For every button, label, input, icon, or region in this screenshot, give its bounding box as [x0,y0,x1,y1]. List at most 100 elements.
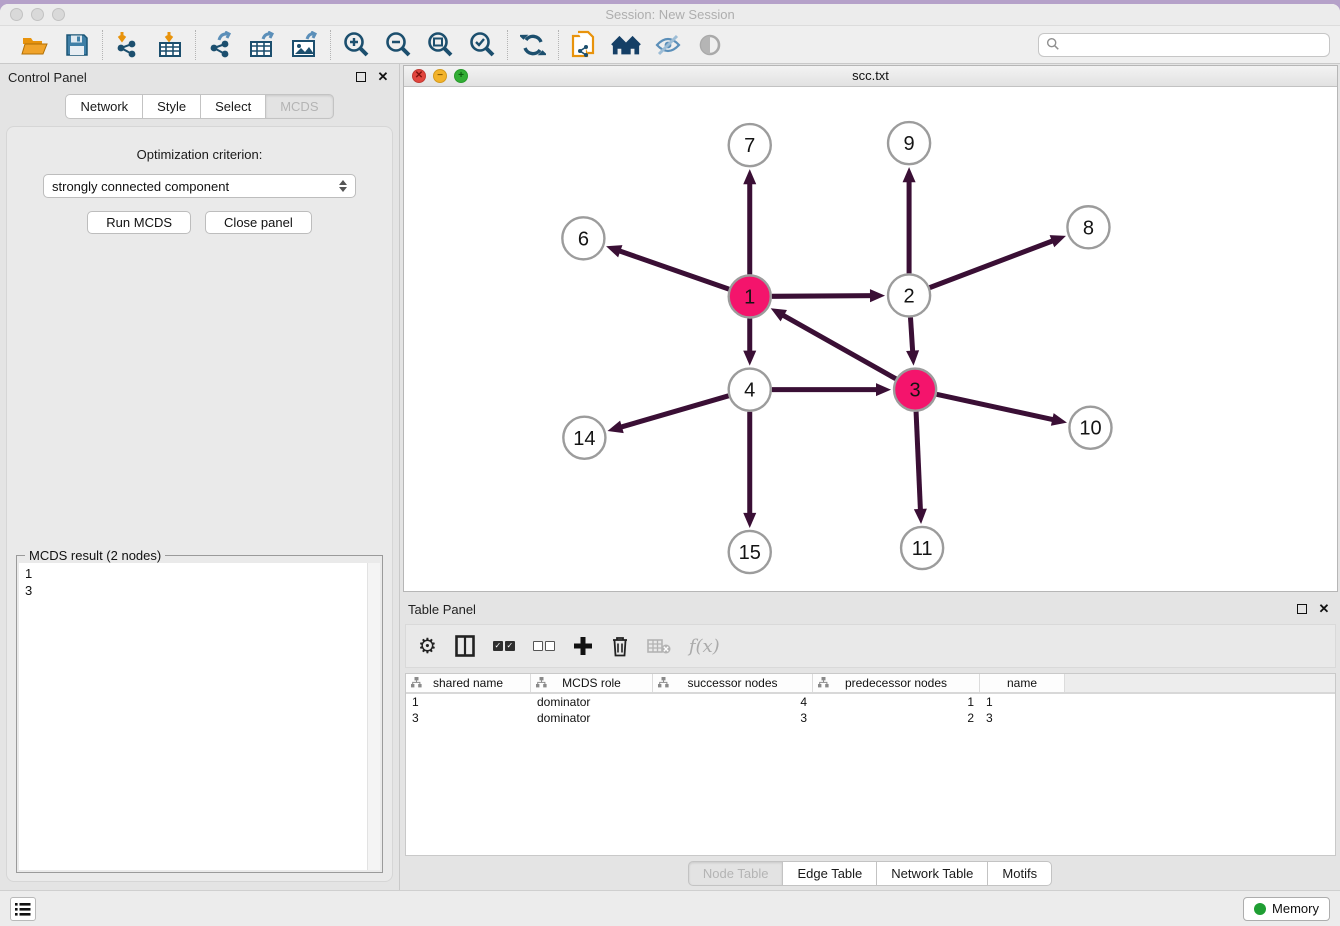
search-input[interactable] [1038,33,1330,57]
result-line[interactable]: 1 [25,565,361,582]
tab-select[interactable]: Select [200,94,266,119]
float-table-panel-icon[interactable] [1294,601,1310,617]
network-graph[interactable]: 7968124314101511 [404,87,1337,591]
refresh-icon[interactable] [518,30,548,60]
main-window: Session: New Session [0,4,1340,926]
criterion-select[interactable]: strongly connected component [43,174,356,198]
table-row[interactable]: 3dominator323 [406,710,1335,726]
task-history-button[interactable] [10,897,36,921]
zoom-window-icon[interactable] [52,8,65,21]
open-folder-icon[interactable] [20,30,50,60]
export-network-icon[interactable] [206,30,236,60]
network-canvas[interactable]: 7968124314101511 [404,87,1337,591]
edge-arrowhead [743,169,756,184]
tab-mcds[interactable]: MCDS [265,94,333,119]
traffic-lights[interactable] [10,8,65,21]
edge-arrowhead [906,350,919,365]
zoom-fit-icon[interactable] [425,30,455,60]
table-cell[interactable]: 3 [406,710,531,726]
save-icon[interactable] [62,30,92,60]
tab-style[interactable]: Style [142,94,201,119]
zoom-selected-icon[interactable] [467,30,497,60]
import-network-icon[interactable] [113,30,143,60]
table-cell[interactable]: 3 [653,710,813,726]
duplicate-network-icon[interactable] [569,30,599,60]
memory-button[interactable]: Memory [1243,897,1330,921]
search-field-wrap [1038,33,1330,57]
select-all-icon[interactable]: ✓✓ [493,633,515,659]
result-line[interactable]: 3 [25,582,361,599]
mcds-panel: Optimization criterion: strongly connect… [6,126,393,882]
show-eye-icon[interactable] [695,30,725,60]
table-tab-node-table[interactable]: Node Table [688,861,784,886]
edge-3-10[interactable] [937,394,1057,420]
table-cell[interactable]: dominator [531,694,653,710]
column-header-name[interactable]: name [980,674,1065,692]
table-tab-network-table[interactable]: Network Table [876,861,988,886]
node-label-9: 9 [904,133,915,155]
gear-icon[interactable]: ⚙ [418,633,437,659]
table-cell[interactable]: 1 [980,694,1065,710]
close-window-icon[interactable] [10,8,23,21]
edge-1-6[interactable] [616,250,728,289]
network-window-title: scc.txt [404,68,1337,83]
delete-column-icon[interactable] [611,633,629,659]
deselect-all-icon[interactable] [533,633,555,659]
network-maximize-icon[interactable]: + [454,69,468,83]
column-header-MCDS-role[interactable]: MCDS role [531,674,653,692]
edge-arrowhead [1050,235,1066,247]
table-cell[interactable]: 3 [980,710,1065,726]
table-body[interactable]: 1dominator4113dominator323 [406,694,1335,726]
table-row[interactable]: 1dominator411 [406,694,1335,710]
tab-network[interactable]: Network [65,94,143,119]
edge-4-14[interactable] [618,396,729,428]
edge-arrowhead [903,167,916,182]
close-panel-icon[interactable]: ✕ [375,69,391,85]
table-panel: Table Panel ✕ ⚙ ✓✓ [400,596,1340,890]
table-cell[interactable]: 4 [653,694,813,710]
edge-2-8[interactable] [930,240,1056,288]
edge-1-2[interactable] [772,296,874,297]
table-cell[interactable]: dominator [531,710,653,726]
export-image-icon[interactable] [290,30,320,60]
main-toolbar [0,26,1340,64]
close-panel-button[interactable]: Close panel [205,211,312,234]
export-table-icon[interactable] [248,30,278,60]
edge-arrowhead [870,289,885,302]
float-panel-icon[interactable] [353,69,369,85]
add-column-icon[interactable] [573,633,593,659]
node-label-4: 4 [744,380,755,402]
window-title: Session: New Session [0,7,1340,22]
hide-eye-icon[interactable] [653,30,683,60]
ndex-home-icon[interactable] [611,30,641,60]
table-cell[interactable]: 1 [813,694,980,710]
import-table-icon[interactable] [155,30,185,60]
column-header-successor-nodes[interactable]: successor nodes [653,674,813,692]
node-label-2: 2 [904,285,915,307]
result-scrollbar[interactable] [367,563,380,870]
node-label-3: 3 [910,380,921,402]
table-cell[interactable]: 2 [813,710,980,726]
run-mcds-button[interactable]: Run MCDS [87,211,191,234]
node-label-8: 8 [1083,217,1094,239]
edge-3-1[interactable] [780,314,896,379]
delete-table-icon [647,633,671,659]
column-header-predecessor-nodes[interactable]: predecessor nodes [813,674,980,692]
node-label-6: 6 [578,228,589,250]
close-table-panel-icon[interactable]: ✕ [1316,601,1332,617]
table-tab-edge-table[interactable]: Edge Table [782,861,877,886]
zoom-in-icon[interactable] [341,30,371,60]
edge-3-11[interactable] [916,412,920,513]
table-header[interactable]: shared nameMCDS rolesuccessor nodesprede… [406,674,1335,694]
network-close-icon[interactable]: ✕ [412,69,426,83]
column-header-shared-name[interactable]: shared name [406,674,531,692]
mcds-result-list[interactable]: 13 [19,563,367,870]
node-table[interactable]: shared nameMCDS rolesuccessor nodesprede… [405,673,1336,856]
zoom-out-icon[interactable] [383,30,413,60]
table-cell[interactable]: 1 [406,694,531,710]
column-browser-icon[interactable] [455,633,475,659]
minimize-window-icon[interactable] [31,8,44,21]
network-minimize-icon[interactable]: − [433,69,447,83]
table-tab-motifs[interactable]: Motifs [987,861,1052,886]
edge-2-3[interactable] [910,317,912,354]
